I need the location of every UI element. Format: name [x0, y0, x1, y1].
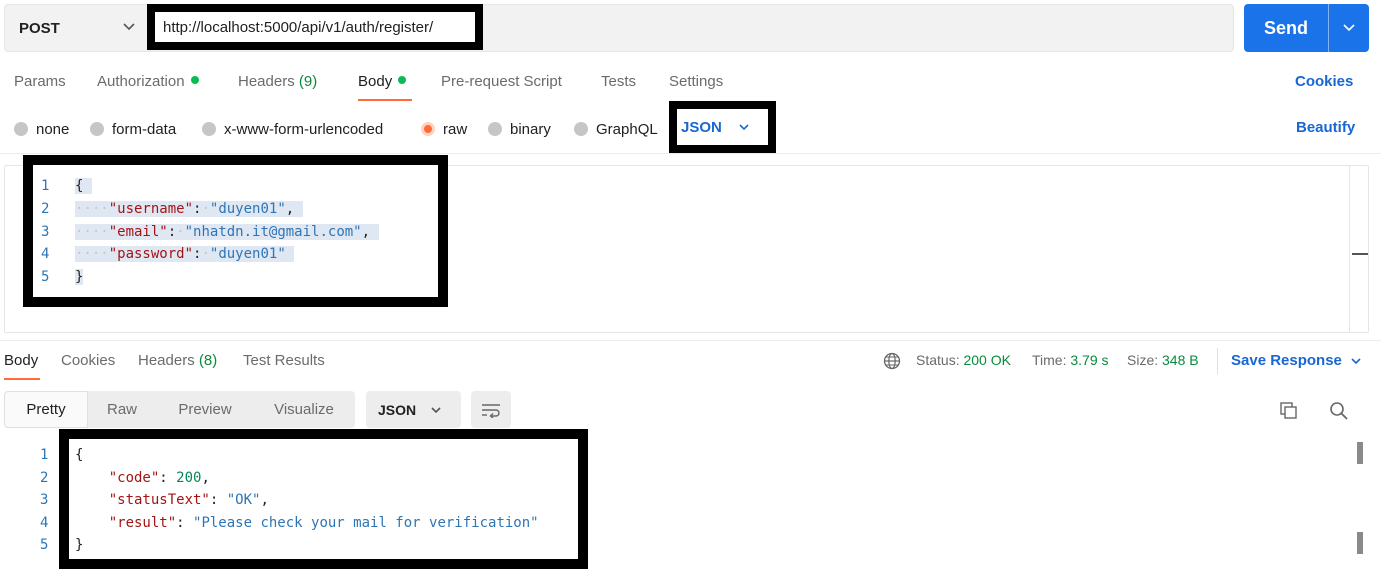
status-dot [398, 76, 407, 84]
line-number: 5 [41, 269, 50, 285]
radio-circle [90, 122, 104, 136]
radio-binary[interactable]: binary [488, 119, 551, 139]
radio-circle [14, 122, 28, 136]
code-line: ····"username":·"duyen01", [75, 201, 303, 217]
beautify-link[interactable]: Beautify [1296, 119, 1355, 136]
request-editor-scrollbar[interactable] [1349, 166, 1369, 332]
radio-raw[interactable]: raw [421, 119, 467, 139]
scroll-thumb[interactable] [1357, 442, 1363, 464]
send-button[interactable]: Send [1244, 4, 1369, 52]
tab-params[interactable]: Params [14, 73, 66, 93]
line-number: 3 [41, 224, 50, 240]
wrap-lines-icon [482, 403, 500, 418]
response-scrollbar[interactable] [1355, 442, 1365, 575]
divider [1217, 348, 1218, 374]
globe-icon[interactable] [883, 352, 901, 370]
chevron-down-icon [1351, 357, 1361, 364]
tab-body[interactable]: Body [358, 73, 407, 93]
line-number: 1 [40, 447, 49, 463]
method-select[interactable]: POST [4, 4, 150, 52]
tab-tests[interactable]: Tests [601, 73, 636, 93]
tab-settings[interactable]: Settings [669, 73, 723, 93]
radio-circle [202, 122, 216, 136]
send-divider [1328, 4, 1329, 52]
radio-circle-selected [421, 122, 435, 136]
code-line: { [75, 178, 92, 194]
radio-circle [574, 122, 588, 136]
line-number: 4 [40, 515, 49, 531]
code-line: "code": 200, [108, 470, 210, 486]
radio-circle [488, 122, 502, 136]
code-line: { [75, 447, 84, 463]
time-meta[interactable]: Time: 3.79 s [1032, 352, 1109, 368]
body-format-label: JSON [681, 118, 722, 136]
view-visualize[interactable]: Visualize [254, 391, 354, 428]
chevron-down-icon [739, 124, 749, 131]
radio-none[interactable]: none [14, 119, 69, 139]
response-tab-test-results[interactable]: Test Results [243, 352, 325, 372]
code-line: "result": "Please check your mail for ve… [108, 515, 539, 531]
line-number: 4 [41, 246, 50, 262]
code-line: ····"password":·"duyen01" [75, 246, 295, 262]
response-tab-cookies[interactable]: Cookies [61, 352, 115, 372]
line-number: 1 [41, 178, 50, 194]
status-meta[interactable]: Status: 200 OK [916, 352, 1011, 368]
cookies-link[interactable]: Cookies [1295, 73, 1353, 90]
divider [0, 340, 1381, 341]
tab-headers[interactable]: Headers (9) [238, 73, 317, 93]
active-tab-underline [358, 99, 412, 101]
line-number: 5 [40, 537, 49, 553]
line-number: 2 [40, 470, 49, 486]
tab-authorization[interactable]: Authorization [97, 73, 199, 93]
status-dot [190, 76, 199, 84]
view-preview[interactable]: Preview [156, 391, 254, 428]
chevron-down-icon [431, 406, 441, 413]
radio-form-data[interactable]: form-data [90, 119, 176, 139]
tab-pre-request-script[interactable]: Pre-request Script [441, 73, 562, 93]
url-text: http://localhost:5000/api/v1/auth/regist… [163, 18, 434, 36]
wrap-lines-button[interactable] [471, 391, 511, 428]
code-line: ····"email":·"nhatdn.it@gmail.com", [75, 224, 379, 240]
status-badge: 200 OK [963, 352, 1011, 368]
code-line: "statusText": "OK", [108, 492, 269, 508]
line-number: 2 [41, 201, 50, 217]
view-pretty[interactable]: Pretty [4, 391, 88, 428]
copy-icon[interactable] [1278, 400, 1300, 422]
chevron-down-icon [123, 23, 135, 31]
code-line: } [75, 269, 84, 285]
body-format-select[interactable]: JSON [669, 101, 776, 153]
scroll-marker [1352, 253, 1368, 255]
divider [0, 153, 1381, 154]
line-number: 3 [40, 492, 49, 508]
response-tab-body[interactable]: Body [4, 352, 38, 372]
response-code-block[interactable]: { "code": 200, "statusText": "OK", "resu… [59, 429, 588, 569]
size-meta[interactable]: Size: 348 B [1127, 352, 1199, 368]
search-icon[interactable] [1328, 400, 1350, 422]
response-format-select[interactable]: JSON [366, 391, 461, 428]
url-input[interactable]: http://localhost:5000/api/v1/auth/regist… [147, 4, 483, 50]
code-line: } [75, 537, 84, 553]
chevron-down-icon[interactable] [1342, 20, 1356, 34]
radio-graphql[interactable]: GraphQL [574, 119, 658, 139]
method-label: POST [19, 19, 60, 37]
active-tab-underline [4, 378, 40, 380]
save-response-button[interactable]: Save Response [1231, 352, 1362, 369]
response-tab-headers[interactable]: Headers (8) [138, 352, 217, 372]
request-code-block[interactable]: 1 2 3 4 5 { ····"username":·"duyen01", ·… [23, 155, 448, 307]
scroll-thumb[interactable] [1357, 532, 1363, 554]
send-label: Send [1263, 17, 1308, 38]
radio-x-www-form-urlencoded[interactable]: x-www-form-urlencoded [202, 119, 383, 139]
view-raw[interactable]: Raw [88, 391, 156, 428]
